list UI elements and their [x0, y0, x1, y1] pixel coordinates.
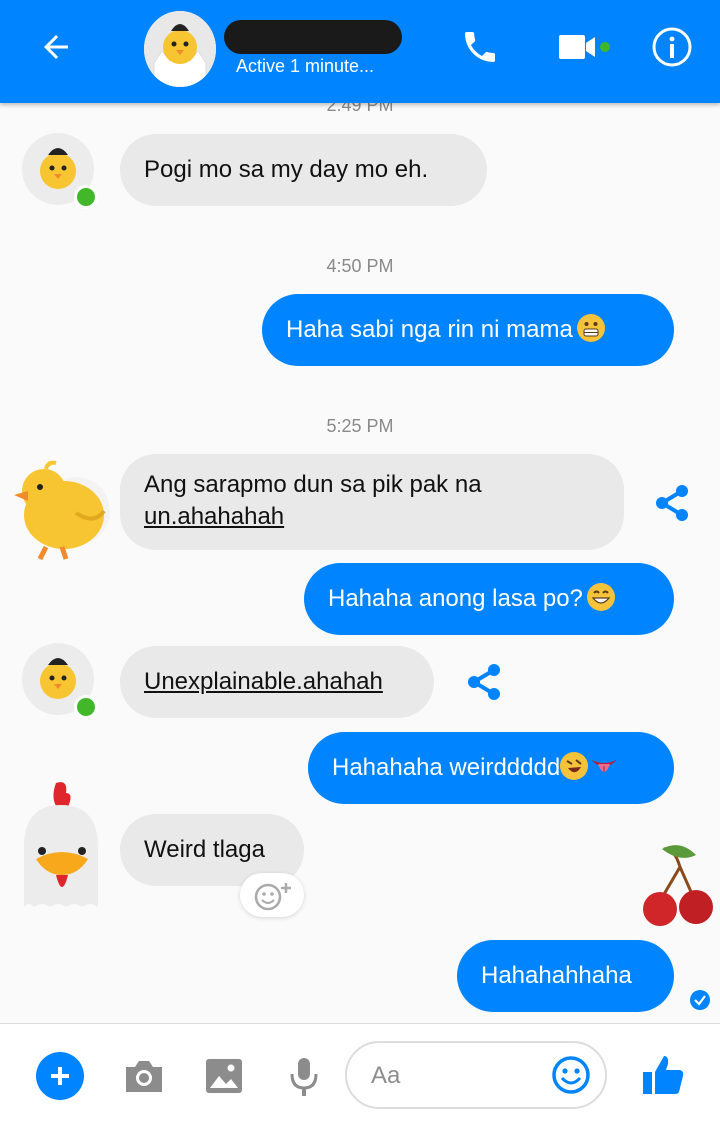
more-actions-button[interactable] [36, 1052, 84, 1100]
plus-icon [51, 1067, 69, 1085]
online-indicator [74, 695, 98, 719]
back-button[interactable] [28, 22, 84, 72]
sender-avatar[interactable] [6, 453, 118, 563]
share-icon [656, 485, 688, 521]
message-text: Ang sarapmo dun sa pik pak na [144, 471, 482, 498]
active-status: Active 1 minute... [236, 56, 375, 76]
online-indicator [74, 185, 98, 209]
message-list[interactable]: 2:49 PM Pogi mo sa my day mo eh. 4:50 PM… [0, 103, 720, 1023]
sender-avatar[interactable] [22, 133, 98, 209]
message-text: Haha sabi nga rin ni mama [286, 316, 573, 343]
back-arrow-icon [44, 35, 68, 59]
camera-button[interactable] [122, 1054, 166, 1098]
mic-icon [290, 1058, 318, 1096]
gallery-icon [206, 1059, 242, 1093]
outgoing-message[interactable]: Hahahahhaha [457, 940, 674, 1012]
grin-emoji-icon [586, 583, 615, 611]
share-button[interactable] [462, 660, 506, 704]
emoji-icon [552, 1056, 590, 1094]
phone-icon [465, 32, 495, 62]
composer-bar [0, 1023, 720, 1123]
call-button[interactable] [452, 22, 508, 72]
sender-avatar[interactable] [22, 643, 98, 719]
grimace-emoji-icon [576, 314, 605, 342]
add-reaction-button[interactable] [240, 873, 304, 917]
gallery-button[interactable] [202, 1054, 246, 1098]
rofl-emoji-icon [560, 752, 589, 780]
timestamp: 2:49 PM [326, 103, 394, 115]
message-input-container[interactable] [345, 1041, 607, 1109]
info-icon [652, 27, 692, 67]
seen-check-icon [690, 990, 710, 1010]
share-button[interactable] [650, 481, 694, 525]
incoming-message[interactable]: Ang sarapmo dun sa pik pak na un.ahahaha… [120, 454, 624, 550]
message-text: Hahahaha weirddddd [332, 754, 561, 781]
camera-icon [126, 1061, 162, 1092]
contact-name-redacted [224, 20, 402, 54]
seen-indicator [690, 990, 710, 1010]
cherry-sticker [640, 841, 718, 929]
video-call-button[interactable] [552, 22, 616, 72]
tongue-emoji-icon [590, 752, 618, 780]
timestamp: 4:50 PM [326, 256, 394, 276]
conversation-header: Active 1 minute... [0, 0, 720, 103]
outgoing-message[interactable]: Haha sabi nga rin ni mama [262, 294, 674, 366]
message-link[interactable]: un.ahahahah [144, 501, 600, 533]
emoji-button[interactable] [551, 1055, 591, 1095]
sender-avatar[interactable] [16, 779, 106, 919]
rooster-sticker-avatar [24, 782, 98, 907]
video-icon [559, 35, 610, 59]
voice-record-button[interactable] [282, 1052, 326, 1100]
message-input[interactable] [369, 1057, 543, 1095]
info-button[interactable] [644, 22, 700, 72]
message-link[interactable]: Unexplainable.ahahah [144, 668, 383, 695]
share-icon [468, 664, 500, 700]
chick-sticker-avatar [14, 460, 110, 561]
incoming-message[interactable]: Pogi mo sa my day mo eh. [120, 134, 487, 206]
like-button[interactable] [638, 1050, 688, 1100]
message-text: Hahaha anong lasa po? [328, 585, 583, 612]
chick-avatar-image [144, 11, 216, 87]
timestamp: 5:25 PM [326, 416, 394, 436]
outgoing-message[interactable]: Hahahaha weirddddd [308, 732, 674, 804]
react-icon [254, 883, 291, 911]
like-icon [643, 1056, 684, 1094]
incoming-message[interactable]: Unexplainable.ahahah [120, 646, 434, 718]
contact-avatar[interactable] [144, 11, 216, 87]
outgoing-message[interactable]: Hahaha anong lasa po? [304, 563, 674, 635]
cherry-icon [643, 845, 713, 926]
